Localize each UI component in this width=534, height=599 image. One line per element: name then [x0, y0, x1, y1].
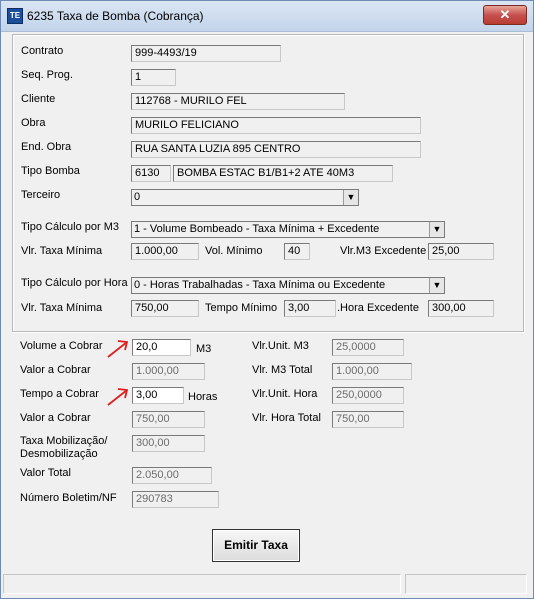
- taxa-mob-label-2: Desmobilização: [20, 448, 98, 460]
- bomba-desc-field[interactable]: BOMBA ESTAC B1/B1+2 ATE 40M3: [173, 165, 393, 182]
- vlr-hora-total-label: Vlr. Hora Total: [252, 412, 321, 424]
- app-window: TE 6235 Taxa de Bomba (Cobrança) ✕ Contr…: [0, 0, 534, 599]
- cliente-label: Cliente: [21, 93, 56, 105]
- contrato-label: Contrato: [21, 45, 64, 57]
- chevron-down-icon[interactable]: ▼: [429, 222, 444, 237]
- valor-total-label: Valor Total: [20, 467, 71, 479]
- taxa-mobilizacao-field[interactable]: 300,00: [132, 435, 205, 452]
- status-bar: [3, 574, 531, 594]
- calc-hora-dropdown[interactable]: 0 - Horas Trabalhadas - Taxa Mínima ou E…: [131, 277, 445, 294]
- annotation-arrow-tempo: [107, 388, 129, 406]
- end-obra-field[interactable]: RUA SANTA LUZIA 895 CENTRO: [131, 141, 421, 158]
- vlr-m3-total-field[interactable]: 1.000,00: [332, 363, 412, 380]
- terceiro-value: 0: [134, 191, 141, 203]
- status-pane-secondary: [405, 574, 527, 594]
- calc-m3-dropdown[interactable]: 1 - Volume Bombeado - Taxa Mínima + Exce…: [131, 221, 445, 238]
- numero-boletim-label: Número Boletim/NF: [20, 492, 117, 504]
- tempo-minimo-field[interactable]: 3,00: [284, 300, 336, 317]
- hora-excedente-field[interactable]: 300,00: [428, 300, 494, 317]
- calc-m3-label: Tipo Cálculo por M3: [21, 221, 120, 233]
- calc-hora-value: 0 - Horas Trabalhadas - Taxa Mínima ou E…: [134, 279, 386, 291]
- emitir-taxa-button[interactable]: Emitir Taxa: [212, 529, 300, 562]
- contrato-field[interactable]: 999-4493/19: [131, 45, 281, 62]
- contract-group: Contrato 999-4493/19 Seq. Prog. 1 Client…: [12, 34, 524, 332]
- vlr-taxa-minima-hora-label: Vlr. Taxa Mínima: [21, 302, 103, 314]
- seq-label: Seq. Prog.: [21, 69, 73, 81]
- end-obra-label: End. Obra: [21, 141, 72, 153]
- seq-field[interactable]: 1: [131, 69, 176, 86]
- chevron-down-icon[interactable]: ▼: [429, 278, 444, 293]
- vlr-m3-excedente-field[interactable]: 25,00: [428, 243, 494, 260]
- terceiro-label: Terceiro: [21, 189, 61, 201]
- valor-cobrar-m3-label: Valor a Cobrar: [20, 364, 91, 376]
- calc-hora-label: Tipo Cálculo por Hora: [21, 277, 128, 289]
- vol-minimo-label: Vol. Mínimo: [205, 245, 263, 257]
- volume-cobrar-field[interactable]: 20,0: [132, 339, 191, 356]
- vlr-unit-m3-field[interactable]: 25,0000: [332, 339, 404, 356]
- vlr-taxa-minima-m3-field[interactable]: 1.000,00: [131, 243, 199, 260]
- calc-m3-value: 1 - Volume Bombeado - Taxa Mínima + Exce…: [134, 223, 380, 235]
- vlr-m3-excedente-label: Vlr.M3 Excedente: [340, 245, 427, 257]
- vlr-unit-hora-label: Vlr.Unit. Hora: [252, 388, 318, 400]
- tempo-cobrar-label: Tempo a Cobrar: [20, 388, 99, 400]
- valor-total-field[interactable]: 2.050,00: [132, 467, 212, 484]
- tipo-bomba-label: Tipo Bomba: [21, 165, 80, 177]
- numero-boletim-field[interactable]: 290783: [132, 491, 219, 508]
- tempo-minimo-label: Tempo Mínimo: [205, 302, 278, 314]
- cliente-field[interactable]: 112768 - MURILO FEL: [131, 93, 345, 110]
- form-client-area: Contrato 999-4493/19 Seq. Prog. 1 Client…: [7, 32, 528, 592]
- valor-cobrar-hora-field[interactable]: 750,00: [132, 411, 205, 428]
- volume-unit-label: M3: [196, 343, 212, 355]
- vol-minimo-field[interactable]: 40: [284, 243, 310, 260]
- terceiro-dropdown[interactable]: 0 ▼: [131, 189, 359, 206]
- chevron-down-icon[interactable]: ▼: [343, 190, 358, 205]
- taxa-mob-label-1: Taxa Mobilização/: [20, 435, 108, 447]
- vlr-unit-hora-field[interactable]: 250,0000: [332, 387, 404, 404]
- tempo-cobrar-field[interactable]: 3,00: [132, 387, 184, 404]
- hora-excedente-label: .Hora Excedente: [337, 302, 419, 314]
- status-pane-main: [3, 574, 401, 594]
- vlr-m3-total-label: Vlr. M3 Total: [252, 364, 313, 376]
- window-title: 6235 Taxa de Bomba (Cobrança): [27, 9, 204, 23]
- vlr-taxa-minima-label: Vlr. Taxa Mínima: [21, 245, 103, 257]
- app-icon: TE: [7, 8, 23, 24]
- obra-field[interactable]: MURILO FELICIANO: [131, 117, 421, 134]
- vlr-hora-total-field[interactable]: 750,00: [332, 411, 404, 428]
- vlr-taxa-minima-hora-field[interactable]: 750,00: [131, 300, 199, 317]
- vlr-unit-m3-label: Vlr.Unit. M3: [252, 340, 309, 352]
- annotation-arrow-volume: [107, 340, 129, 358]
- bomba-code-field[interactable]: 6130: [131, 165, 171, 182]
- valor-cobrar-m3-field[interactable]: 1.000,00: [132, 363, 205, 380]
- title-bar[interactable]: TE 6235 Taxa de Bomba (Cobrança) ✕: [1, 1, 533, 32]
- volume-cobrar-label: Volume a Cobrar: [20, 340, 103, 352]
- close-button[interactable]: ✕: [483, 5, 527, 25]
- obra-label: Obra: [21, 117, 46, 129]
- valor-cobrar-hora-label: Valor a Cobrar: [20, 412, 91, 424]
- tempo-unit-label: Horas: [188, 391, 218, 403]
